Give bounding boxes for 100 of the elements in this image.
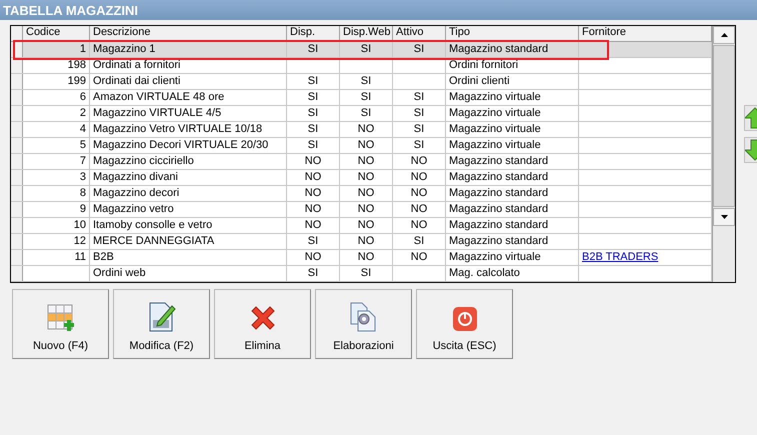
table-cell: NO xyxy=(358,203,374,215)
table-cell: Magazzino Decori VIRTUALE 20/30 xyxy=(93,139,268,151)
table-cell: Magazzino standard xyxy=(449,171,548,183)
table-cell: NO xyxy=(304,171,322,183)
row-header xyxy=(11,106,23,121)
row-header xyxy=(11,122,23,137)
table-cell: SI xyxy=(414,43,424,55)
table-cell: Magazzino standard xyxy=(449,187,548,199)
column-header[interactable]: Tipo xyxy=(446,26,579,41)
code-cell: 1 xyxy=(80,43,86,55)
table-cell: Magazzino virtuale xyxy=(449,107,541,119)
row-header xyxy=(11,154,23,169)
scroll-up-icon[interactable] xyxy=(713,26,735,44)
code-cell: 8 xyxy=(80,187,86,199)
window-title: TABELLA MAGAZZINI xyxy=(3,2,138,18)
table-row[interactable]: 4 Magazzino Vetro VIRTUALE 10/18 SI NO SI Magazzino virtuale xyxy=(11,122,712,138)
code-cell: 4 xyxy=(80,123,86,135)
table-cell: NO xyxy=(410,219,428,231)
table-row[interactable]: 199 Ordinati dai clienti SI SI Ordini clienti xyxy=(11,74,712,90)
code-cell: 5 xyxy=(80,139,86,151)
edit-button[interactable]: Modifica (F2) xyxy=(113,289,210,359)
column-header[interactable]: Codice xyxy=(23,26,90,41)
row-header xyxy=(11,218,23,233)
table-cell: Magazzino cicciriello xyxy=(93,155,194,167)
arrow-up-icon xyxy=(745,107,757,129)
delete-button[interactable]: Elimina xyxy=(214,289,311,359)
table-row[interactable]: 8 Magazzino decori NO NO NO Magazzino standard xyxy=(11,186,712,202)
table-cell: NO xyxy=(358,123,374,135)
table-cell: SI xyxy=(360,75,372,87)
scroll-down-icon[interactable] xyxy=(713,208,735,226)
exit-button[interactable]: Uscita (ESC) xyxy=(416,289,513,359)
table-cell: Magazzino standard xyxy=(449,155,548,167)
move-down-button[interactable] xyxy=(744,137,757,163)
table-cell: NO xyxy=(304,187,322,199)
table-cell: NO xyxy=(410,251,428,263)
table-cell: Ordinati dai clienti xyxy=(93,75,180,87)
table-row[interactable]: 7 Magazzino cicciriello NO NO NO Magazzino standard xyxy=(11,154,712,170)
table-cell: Ordini fornitori xyxy=(449,59,518,71)
code-cell: 2 xyxy=(80,107,86,119)
column-header[interactable]: Attivo xyxy=(393,26,446,41)
code-cell: 198 xyxy=(68,59,86,71)
row-header xyxy=(11,90,23,105)
table-cell: NO xyxy=(304,203,322,215)
table-cell: SI xyxy=(308,91,318,103)
new-button[interactable]: Nuovo (F4) xyxy=(12,289,109,359)
table-row[interactable]: 2 Magazzino VIRTUALE 4/5 SI SI SI Magazzino virtuale xyxy=(11,106,712,122)
table-cell: Magazzino 1 xyxy=(93,43,156,55)
column-header[interactable]: Disp.Web xyxy=(340,26,393,41)
table-cell: Magazzino virtuale xyxy=(449,91,541,103)
table-cell: NO xyxy=(358,139,374,151)
table-cell: Magazzino divani xyxy=(93,171,178,183)
table-row[interactable]: 12 MERCE DANNEGGIATA SI NO SI Magazzino standard xyxy=(11,234,712,250)
table-cell: NO xyxy=(358,235,374,247)
table-cell: Magazzino standard xyxy=(449,203,548,215)
row-header xyxy=(11,186,23,201)
table-row[interactable]: 1 Magazzino 1 SI SI SI Magazzino standard xyxy=(11,42,712,58)
supplier-link[interactable]: B2B TRADERS xyxy=(582,251,658,263)
column-header[interactable]: Descrizione xyxy=(90,26,287,41)
code-cell: 9 xyxy=(80,203,86,215)
table-cell: Magazzino standard xyxy=(449,43,548,55)
power-icon xyxy=(452,306,478,332)
code-cell: 11 xyxy=(74,251,86,263)
table-row[interactable]: 198 Ordinati a fornitori Ordini fornitori xyxy=(11,58,712,74)
table-cell: SI xyxy=(308,267,318,279)
table-row[interactable]: 10 Itamoby consolle e vetro NO NO NO Magazzino standard xyxy=(11,218,712,234)
scrollbar[interactable] xyxy=(712,26,735,282)
table-cell: SI xyxy=(414,235,424,247)
code-cell: 12 xyxy=(74,235,86,247)
table-cell: SI xyxy=(360,267,372,279)
row-header xyxy=(11,234,23,249)
table-row[interactable]: Ordini web SI SI Mag. calcolato xyxy=(11,266,712,282)
table-cell: NO xyxy=(410,171,428,183)
table-cell: SI xyxy=(308,75,318,87)
table-row[interactable]: 6 Amazon VIRTUALE 48 ore SI SI SI Magazzino virtuale xyxy=(11,90,712,106)
row-header xyxy=(11,74,23,89)
table-cell: Ordini clienti xyxy=(449,75,510,87)
table-cell: NO xyxy=(358,219,374,231)
table-row[interactable]: 5 Magazzino Decori VIRTUALE 20/30 SI NO SI Magazzino virtuale xyxy=(11,138,712,154)
column-header[interactable]: Disp. xyxy=(287,26,340,41)
code-cell: 199 xyxy=(68,75,86,87)
row-header xyxy=(11,170,23,185)
table-cell: NO xyxy=(410,155,428,167)
table-cell: SI xyxy=(308,123,318,135)
table-row[interactable]: 9 Magazzino vetro NO NO NO Magazzino standard xyxy=(11,202,712,218)
row-header xyxy=(11,266,23,281)
scroll-thumb[interactable] xyxy=(713,45,735,207)
table-cell: SI xyxy=(360,107,372,119)
move-up-button[interactable] xyxy=(744,105,757,131)
table-cell: SI xyxy=(360,91,372,103)
table-cell: NO xyxy=(358,251,374,263)
table-cell: Magazzino Vetro VIRTUALE 10/18 xyxy=(93,123,262,135)
process-button[interactable]: Elaborazioni xyxy=(315,289,412,359)
table-row[interactable]: 3 Magazzino divani NO NO NO Magazzino standard xyxy=(11,170,712,186)
table-cell: SI xyxy=(308,43,318,55)
code-cell: 6 xyxy=(80,91,86,103)
table-cell: SI xyxy=(414,91,424,103)
row-header xyxy=(11,250,23,265)
table-cell: SI xyxy=(308,107,318,119)
row-header xyxy=(11,138,23,153)
table-row[interactable]: 11 B2B NO NO NO Magazzino virtuale B2B TRADERS xyxy=(11,250,712,266)
